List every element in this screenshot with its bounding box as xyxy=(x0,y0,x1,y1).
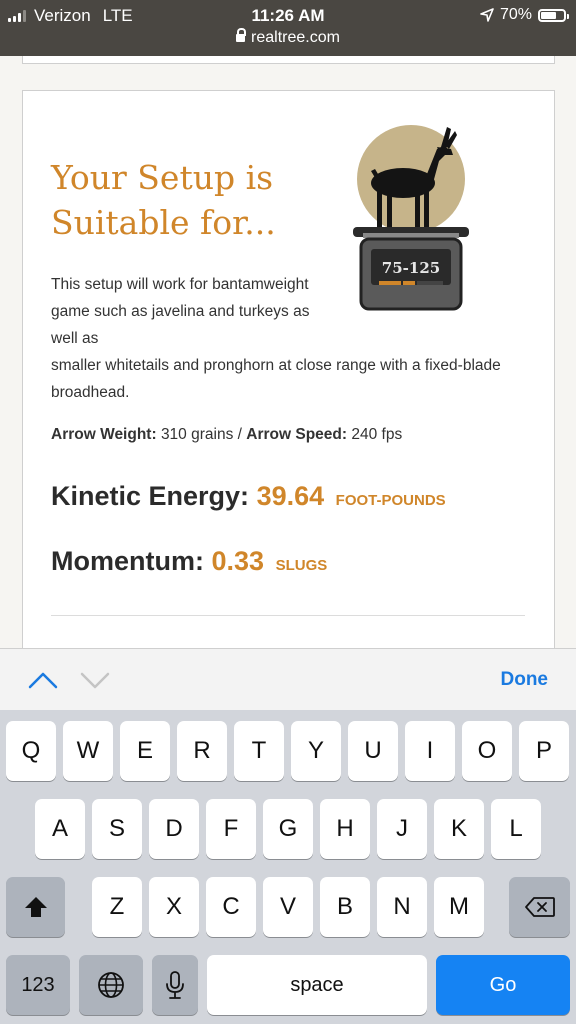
key-x[interactable]: X xyxy=(149,877,199,937)
done-button[interactable]: Done xyxy=(501,669,549,691)
location-arrow-icon xyxy=(480,8,494,22)
key-s[interactable]: S xyxy=(92,799,142,859)
kinetic-energy-unit: FOOT-POUNDS xyxy=(335,492,446,509)
key-q[interactable]: Q xyxy=(6,721,56,781)
space-key[interactable]: space xyxy=(207,955,427,1015)
shift-icon xyxy=(24,897,47,917)
address-bar[interactable]: realtree.com xyxy=(0,28,576,47)
keyboard: 123 space Go QWERTYUIOP ASDFGHJKL ZXCVBNM xyxy=(0,710,576,1024)
status-right: 70% xyxy=(480,6,569,24)
key-b[interactable]: B xyxy=(320,877,370,937)
key-y[interactable]: Y xyxy=(291,721,341,781)
arrow-specs: Arrow Weight: 310 grains / Arrow Speed: … xyxy=(51,426,402,444)
next-field-icon[interactable] xyxy=(80,665,110,695)
previous-field-icon[interactable] xyxy=(28,665,58,695)
key-f[interactable]: F xyxy=(206,799,256,859)
kinetic-energy: Kinetic Energy: 39.64 FOOT-POUNDS xyxy=(51,481,446,512)
key-v[interactable]: V xyxy=(263,877,313,937)
form-accessory-bar: Done xyxy=(0,648,576,711)
key-o[interactable]: O xyxy=(462,721,512,781)
globe-icon xyxy=(98,972,124,998)
key-i[interactable]: I xyxy=(405,721,455,781)
key-z[interactable]: Z xyxy=(92,877,142,937)
microphone-icon xyxy=(166,971,184,999)
key-d[interactable]: D xyxy=(149,799,199,859)
arrow-speed-value: 240 fps xyxy=(351,426,403,443)
battery-fill xyxy=(541,11,556,19)
numbers-key[interactable]: 123 xyxy=(6,955,70,1015)
shift-key[interactable] xyxy=(6,877,65,937)
globe-key[interactable] xyxy=(79,955,143,1015)
key-e[interactable]: E xyxy=(120,721,170,781)
key-l[interactable]: L xyxy=(491,799,541,859)
kinetic-energy-label: Kinetic Energy: xyxy=(51,481,250,511)
headline-line2: Suitable for... xyxy=(51,203,276,242)
key-g[interactable]: G xyxy=(263,799,313,859)
spec-separator: / xyxy=(237,426,242,443)
description-part2: smaller whitetails and pronghorn at clos… xyxy=(51,357,501,401)
kinetic-energy-value: 39.64 xyxy=(256,481,325,511)
key-m[interactable]: M xyxy=(434,877,484,937)
key-j[interactable]: J xyxy=(377,799,427,859)
url-text: realtree.com xyxy=(251,29,340,46)
result-description: This setup will work for bantamweight ga… xyxy=(51,271,501,406)
arrow-speed-label: Arrow Speed: xyxy=(246,426,348,443)
key-u[interactable]: U xyxy=(348,721,398,781)
key-a[interactable]: A xyxy=(35,799,85,859)
key-r[interactable]: R xyxy=(177,721,227,781)
backspace-key[interactable] xyxy=(509,877,570,937)
momentum-label: Momentum: xyxy=(51,546,204,576)
momentum: Momentum: 0.33 SLUGS xyxy=(51,546,327,577)
key-p[interactable]: P xyxy=(519,721,569,781)
lock-icon xyxy=(236,28,247,42)
momentum-unit: SLUGS xyxy=(275,557,328,574)
web-content[interactable]: Your Setup is Suitable for... 75-125 Thi… xyxy=(0,56,576,648)
result-card: Your Setup is Suitable for... 75-125 Thi… xyxy=(22,90,555,648)
delete-icon xyxy=(524,897,555,917)
description-part1: This setup will work for bantamweight ga… xyxy=(51,276,310,347)
headline-line1: Your Setup is xyxy=(51,158,274,197)
arrow-weight-value: 310 grains xyxy=(160,426,234,443)
battery-icon xyxy=(538,8,569,22)
previous-card xyxy=(22,56,555,64)
key-h[interactable]: H xyxy=(320,799,370,859)
arrow-weight-label: Arrow Weight: xyxy=(51,426,157,443)
key-w[interactable]: W xyxy=(63,721,113,781)
go-key[interactable]: Go xyxy=(436,955,570,1015)
key-c[interactable]: C xyxy=(206,877,256,937)
key-k[interactable]: K xyxy=(434,799,484,859)
result-headline: Your Setup is Suitable for... xyxy=(51,155,331,245)
dictation-key[interactable] xyxy=(152,955,198,1015)
status-bar: Verizon LTE 11:26 AM realtree.com 70% xyxy=(0,0,576,56)
key-n[interactable]: N xyxy=(377,877,427,937)
divider xyxy=(51,615,525,616)
momentum-value: 0.33 xyxy=(211,546,265,576)
battery-percent: 70% xyxy=(499,6,532,23)
key-t[interactable]: T xyxy=(234,721,284,781)
